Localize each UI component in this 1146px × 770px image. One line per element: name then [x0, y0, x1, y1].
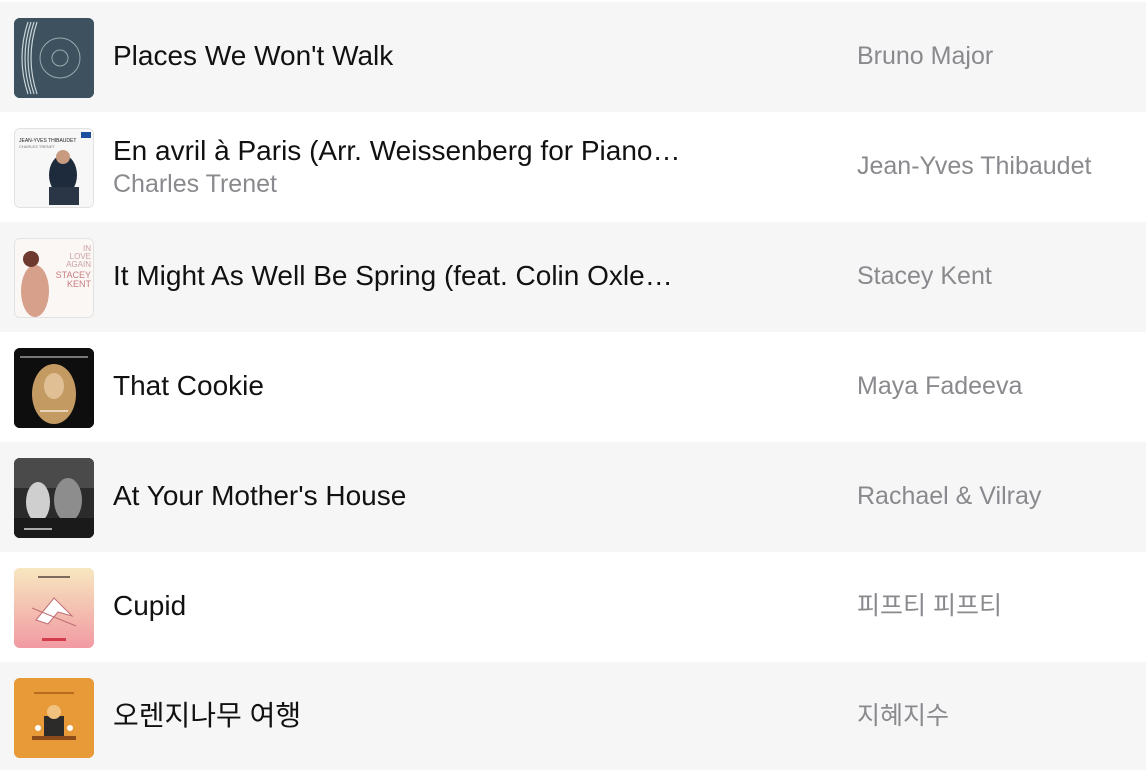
song-row[interactable]: IN LOVE AGAIN STACEY KENT It Might As We…: [0, 222, 1146, 332]
song-title-block: It Might As Well Be Spring (feat. Colin …: [113, 259, 733, 293]
song-title-block: That Cookie: [113, 369, 733, 403]
song-title: 오렌지나무 여행: [113, 700, 302, 731]
svg-text:CHARLES TRENET: CHARLES TRENET: [19, 144, 55, 149]
album-art-icon: [14, 568, 94, 648]
song-row[interactable]: At Your Mother's House Rachael & Vilray: [0, 442, 1146, 552]
song-row[interactable]: Cupid 피프티 피프티: [0, 552, 1146, 662]
song-subtitle[interactable]: Charles Trenet: [113, 168, 733, 200]
album-art-icon: [14, 678, 94, 758]
song-title-block: Cupid: [113, 589, 733, 623]
song-title-block: 오렌지나무 여행: [113, 699, 733, 733]
song-title: That Cookie: [113, 370, 264, 401]
svg-text:AGAIN: AGAIN: [66, 260, 91, 269]
song-row[interactable]: JEAN-YVES THIBAUDET CHARLES TRENET En av…: [0, 112, 1146, 222]
song-title-block: Places We Won't Walk: [113, 39, 733, 73]
song-title-block: En avril à Paris (Arr. Weissenberg for P…: [113, 134, 733, 200]
album-art-icon: IN LOVE AGAIN STACEY KENT: [14, 238, 94, 318]
song-title: At Your Mother's House: [113, 480, 407, 511]
song-title: Cupid: [113, 590, 187, 621]
song-artist[interactable]: Maya Fadeeva: [857, 370, 1022, 402]
song-title: Places We Won't Walk: [113, 40, 394, 71]
song-row[interactable]: 오렌지나무 여행 지혜지수: [0, 662, 1146, 770]
song-artist[interactable]: 지혜지수: [857, 700, 949, 732]
song-title: En avril à Paris (Arr. Weissenberg for P…: [113, 135, 681, 166]
album-art-icon: JEAN-YVES THIBAUDET CHARLES TRENET: [14, 128, 94, 208]
album-art-icon: [14, 18, 94, 98]
album-art-icon: [14, 458, 94, 538]
song-artist[interactable]: 피프티 피프티: [857, 590, 1002, 622]
album-art-icon: [14, 348, 94, 428]
song-artist[interactable]: Stacey Kent: [857, 260, 992, 292]
song-artist[interactable]: Rachael & Vilray: [857, 480, 1041, 512]
svg-text:KENT: KENT: [67, 279, 92, 289]
song-title: It Might As Well Be Spring (feat. Colin …: [113, 260, 673, 291]
song-row[interactable]: Places We Won't Walk Bruno Major: [0, 2, 1146, 112]
song-row[interactable]: That Cookie Maya Fadeeva: [0, 332, 1146, 442]
song-list: Places We Won't Walk Bruno Major JEAN-YV…: [0, 0, 1146, 770]
song-artist[interactable]: Jean-Yves Thibaudet: [857, 150, 1091, 182]
song-title-block: At Your Mother's House: [113, 479, 733, 513]
song-artist[interactable]: Bruno Major: [857, 40, 993, 72]
